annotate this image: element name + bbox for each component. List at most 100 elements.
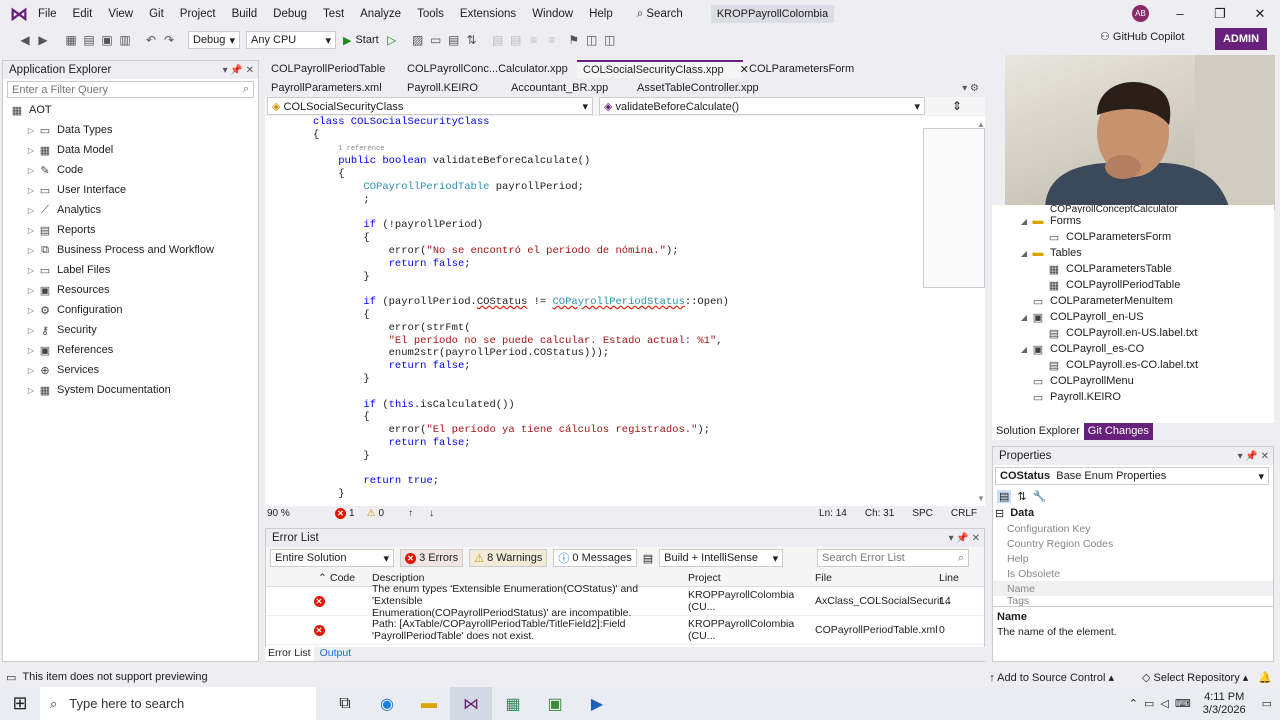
expand-arrow-icon[interactable]: ▷	[25, 266, 37, 275]
tab-payroll-keiro[interactable]: Payroll.KEIRO	[401, 79, 505, 97]
search-error-list-input[interactable]: Search Error List ⌕	[817, 549, 970, 567]
property-row[interactable]: Name	[993, 581, 1273, 596]
solution-item[interactable]: ▭ Payroll.KEIRO	[992, 389, 1274, 405]
tab-output[interactable]: Output	[314, 647, 358, 661]
bookmark-next-icon[interactable]: ◫	[601, 33, 619, 47]
tree-item-configuration[interactable]: ▷ ⚙ Configuration	[3, 300, 258, 320]
tab-payroll-parameters[interactable]: PayrollParameters.xml	[265, 79, 401, 97]
code-editor[interactable]: class COLSocialSecurityClass { 1 referen…	[265, 116, 985, 506]
app-icon[interactable]: ▦	[492, 687, 534, 720]
menu-help[interactable]: Help	[581, 0, 621, 28]
chevron-up-icon[interactable]: ⌃	[1129, 697, 1138, 710]
collapse-icon[interactable]: ⊟	[995, 507, 1004, 520]
tree-item-analytics[interactable]: ▷ ⟋ Analytics	[3, 200, 258, 220]
solution-item-tables[interactable]: ◢ ▬ Tables	[992, 245, 1274, 261]
tree-item-user-interface[interactable]: ▷ ▭ User Interface	[3, 180, 258, 200]
expand-arrow-icon[interactable]: ▷	[25, 246, 37, 255]
tree-item-reports[interactable]: ▷ ▤ Reports	[3, 220, 258, 240]
platform-dropdown[interactable]: Any CPU ▾	[246, 31, 336, 49]
warnings-filter-button[interactable]: ⚠ 8 Warnings	[469, 549, 548, 567]
expand-arrow-icon[interactable]: ▷	[25, 226, 37, 235]
menu-build[interactable]: Build	[224, 0, 266, 28]
menu-window[interactable]: Window	[524, 0, 581, 28]
solution-item[interactable]: COPayrollConceptCalculator	[992, 205, 1274, 213]
column-description[interactable]: Description	[372, 572, 688, 584]
property-row[interactable]: Country Region Codes	[993, 536, 1273, 551]
menu-view[interactable]: View	[100, 0, 141, 28]
volume-icon[interactable]: ◁	[1160, 697, 1168, 710]
menu-file[interactable]: File	[30, 0, 65, 28]
notifications-icon[interactable]: 🔔	[1258, 671, 1272, 684]
tab-col-parameters-form[interactable]: COLParametersForm	[743, 60, 860, 78]
tree-item-references[interactable]: ▷ ▣ References	[3, 340, 258, 360]
menu-edit[interactable]: Edit	[65, 0, 101, 28]
zoom-level[interactable]: 90 %	[265, 508, 315, 519]
class-dropdown[interactable]: ◈ COLSocialSecurityClass ▾	[267, 97, 593, 115]
error-count[interactable]: ✕ 1	[335, 507, 355, 519]
tab-solution-explorer[interactable]: Solution Explorer	[992, 423, 1084, 440]
solution-item[interactable]: ▭ COLPayrollMenu	[992, 373, 1274, 389]
scope-dropdown[interactable]: Entire Solution ▾	[270, 549, 394, 567]
bookmark-prev-icon[interactable]: ◫	[583, 33, 601, 47]
tree-item-resources[interactable]: ▷ ▣ Resources	[3, 280, 258, 300]
app-icon[interactable]: ▣	[534, 687, 576, 720]
column-project[interactable]: Project	[688, 572, 815, 584]
taskbar-search[interactable]: ⌕ Type here to search	[40, 687, 316, 720]
admin-button[interactable]: ADMIN	[1215, 28, 1267, 50]
avatar[interactable]: AB	[1132, 5, 1149, 22]
visual-studio-icon[interactable]: ⋈	[450, 687, 492, 720]
save-all-icon[interactable]: ▥	[116, 33, 134, 47]
categorized-icon[interactable]: ▤	[997, 489, 1012, 503]
back-icon[interactable]: ◀	[16, 33, 34, 47]
layout-icon[interactable]: ▭	[427, 33, 445, 47]
expand-arrow-icon[interactable]: ▷	[25, 286, 37, 295]
new-project-icon[interactable]: ▦	[62, 33, 80, 47]
expand-arrow-icon[interactable]: ▷	[25, 186, 37, 195]
tree-root[interactable]: ▦ AOT	[3, 100, 258, 120]
scroll-down-icon[interactable]: ▼	[977, 494, 985, 503]
solution-item[interactable]: ▦ COLParametersTable	[992, 261, 1274, 277]
error-row[interactable]: ✕ Path: [AxTable/COPayrollPeriodTable/Ti…	[266, 616, 984, 645]
tree-item-business-process[interactable]: ▷ ⧉ Business Process and Workflow	[3, 240, 258, 260]
minimize-icon[interactable]: –	[1160, 0, 1200, 28]
save-icon[interactable]: ▣	[98, 33, 116, 47]
tree-item-system-documentation[interactable]: ▷ ▦ System Documentation	[3, 380, 258, 400]
whitespace-mode[interactable]: SPC	[912, 508, 933, 519]
comment-icon[interactable]: ▤	[489, 33, 507, 47]
property-row[interactable]: Configuration Key	[993, 521, 1273, 536]
task-view-icon[interactable]: ⧉	[324, 687, 366, 720]
windows-start-icon[interactable]: ⊞	[0, 687, 40, 720]
scroll-up-icon[interactable]: ▲	[977, 120, 985, 129]
prev-issue-icon[interactable]: ↑	[408, 508, 413, 519]
tab-overflow-icon[interactable]: ▾ ⚙	[962, 83, 985, 94]
expand-arrow-icon[interactable]: ▷	[25, 166, 37, 175]
expanded-arrow-icon[interactable]: ◢	[1018, 249, 1030, 258]
edge-icon[interactable]: ◉	[366, 687, 408, 720]
solution-item[interactable]: ▭ COLParametersForm	[992, 229, 1274, 245]
messages-filter-button[interactable]: ⓘ 0 Messages	[553, 549, 637, 567]
expand-arrow-icon[interactable]: ▷	[25, 146, 37, 155]
expand-arrow-icon[interactable]: ▷	[25, 346, 37, 355]
solution-item-forms[interactable]: ◢ ▬ Forms	[992, 213, 1274, 229]
expand-arrow-icon[interactable]: ▷	[25, 366, 37, 375]
solution-item[interactable]: ◢ ▣ COLPayroll_en-US	[992, 309, 1274, 325]
search-button[interactable]: ⌕ Search	[631, 8, 689, 21]
expand-arrow-icon[interactable]: ▷	[25, 306, 37, 315]
tree-item-security[interactable]: ▷ ⚷ Security	[3, 320, 258, 340]
tab-asset-table-controller[interactable]: AssetTableController.xpp	[631, 79, 765, 97]
add-to-source-control-button[interactable]: ↑ Add to Source Control ▴	[989, 671, 1114, 684]
format-icon[interactable]: ▤	[445, 33, 463, 47]
expand-arrow-icon[interactable]: ▷	[25, 326, 37, 335]
expanded-arrow-icon[interactable]: ◢	[1018, 313, 1030, 322]
forward-icon[interactable]: ▶	[34, 33, 52, 47]
outdent-icon[interactable]: ≡	[543, 33, 561, 47]
property-object-dropdown[interactable]: COStatus Base Enum Properties ▾	[995, 467, 1269, 485]
alphabetical-icon[interactable]: ⇅	[1017, 490, 1026, 503]
solution-item[interactable]: ▤ COLPayroll.en-US.label.txt	[992, 325, 1274, 341]
panel-controls[interactable]: ▾ 📌 ✕	[1238, 451, 1273, 462]
tab-col-payroll-conc-calculator[interactable]: COLPayrollConc...Calculator.xpp	[401, 60, 577, 78]
method-dropdown[interactable]: ◈ validateBeforeCalculate() ▾	[599, 97, 925, 115]
error-row[interactable]: ✕ The enum types 'Extensible Enumeration…	[266, 583, 984, 619]
filter-query-input[interactable]: Enter a Filter Query ⌕	[7, 81, 254, 98]
expanded-arrow-icon[interactable]: ◢	[1018, 217, 1030, 226]
